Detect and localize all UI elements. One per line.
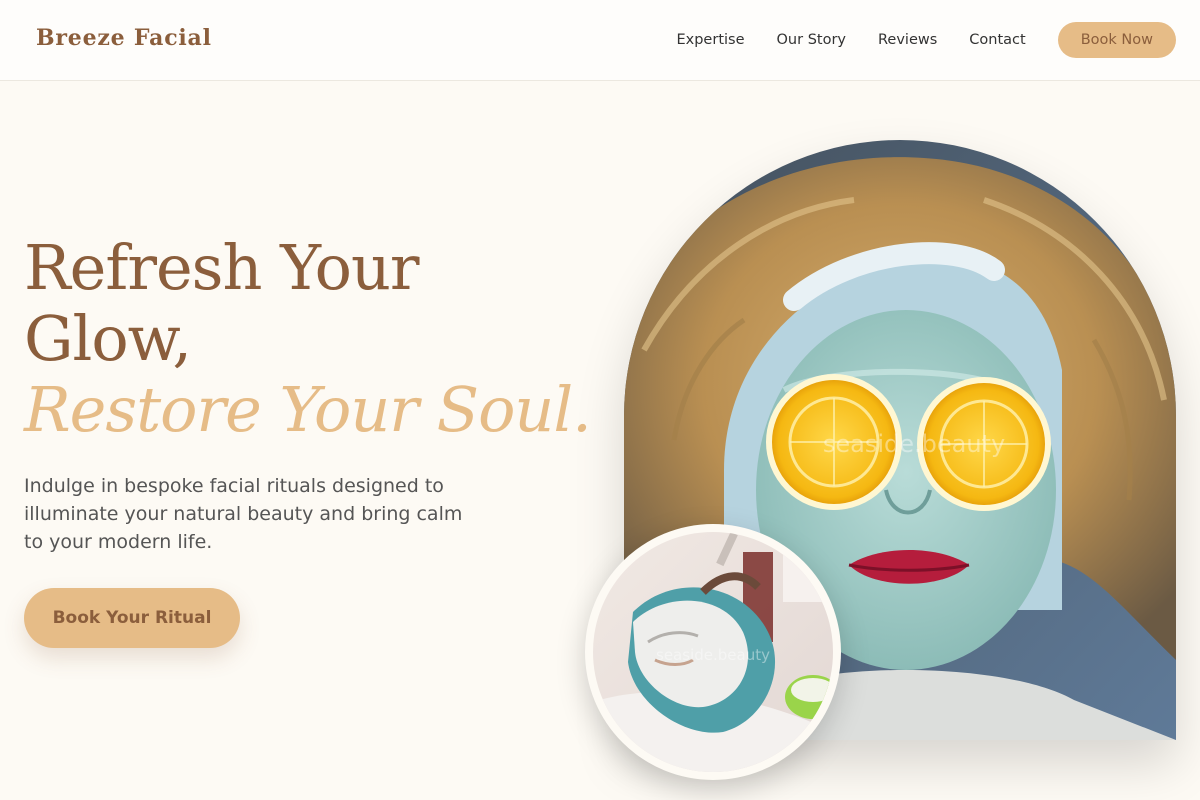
book-now-button[interactable]: Book Now: [1057, 22, 1176, 58]
inset-image-watermark: seaside.beauty: [656, 646, 770, 664]
headline-line-1: Refresh Your: [24, 231, 420, 304]
brand-logo[interactable]: Breeze Facial: [36, 25, 212, 51]
hero-inset-image: seaside.beauty: [585, 524, 841, 780]
nav-link-our-story[interactable]: Our Story: [777, 32, 846, 48]
headline-accent: Restore Your Soul.: [24, 373, 592, 446]
hero-description: Indulge in bespoke facial rituals design…: [24, 475, 463, 553]
main-nav: Expertise Our Story Reviews Contact Book…: [676, 22, 1176, 58]
book-your-ritual-button[interactable]: Book Your Ritual: [24, 588, 240, 648]
nav-link-expertise[interactable]: Expertise: [676, 32, 744, 48]
nav-link-reviews[interactable]: Reviews: [878, 32, 937, 48]
headline-line-2: Glow,: [24, 302, 192, 375]
facial-treatment-illustration: seaside.beauty: [593, 532, 833, 772]
nav-link-contact[interactable]: Contact: [969, 32, 1025, 48]
hero-headline: Refresh Your Glow, Restore Your Soul.: [24, 231, 592, 446]
site-header: Breeze Facial Expertise Our Story Review…: [0, 0, 1200, 81]
main-image-watermark: seaside.beauty: [823, 430, 1005, 458]
